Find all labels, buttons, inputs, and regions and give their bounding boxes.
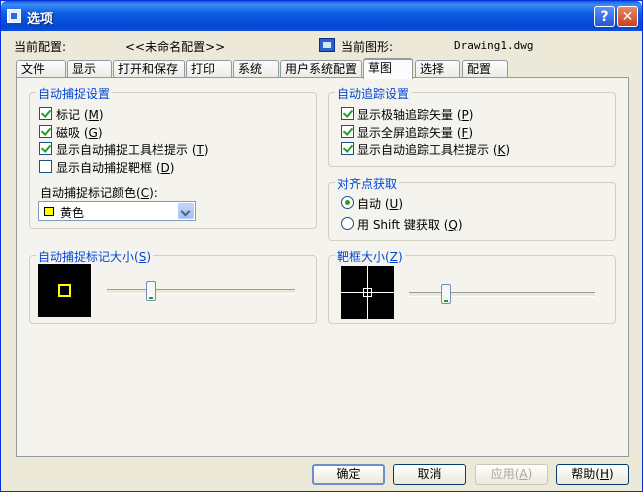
tab-system[interactable]: 系统	[233, 60, 279, 77]
aperture-size-title: 靶框大小	[337, 250, 386, 264]
marker-color-value: 黄色	[60, 206, 85, 220]
marker-checkbox[interactable]	[39, 107, 52, 120]
tab-profiles[interactable]: 配置	[462, 60, 508, 77]
auto-acquire-hotkey: U	[389, 197, 399, 211]
help-hotkey: H	[599, 467, 610, 481]
drawing-icon	[319, 38, 335, 52]
aperture-box-hotkey: D	[160, 161, 170, 175]
autosnap-title: 自动捕捉设置	[36, 85, 113, 102]
app-icon	[7, 9, 21, 23]
tab-open-save[interactable]: 打开和保存	[113, 60, 185, 77]
ok-button[interactable]: 确定	[312, 464, 385, 485]
aperture-size-slider[interactable]	[440, 284, 451, 304]
magnet-label: 磁吸	[56, 126, 81, 140]
tab-display[interactable]: 显示	[67, 60, 112, 77]
tab-selection[interactable]: 选择	[415, 60, 460, 77]
current-drawing-label: 当前图形:	[341, 40, 394, 54]
auto-acquire-radio[interactable]	[341, 196, 354, 209]
close-icon[interactable]: ✕	[617, 6, 638, 27]
marker-color-label: 自动捕捉标记颜色	[40, 186, 137, 200]
aperture-box-icon	[363, 288, 372, 297]
marker-color-select[interactable]: 黄色	[38, 201, 196, 221]
cancel-button[interactable]: 取消	[393, 464, 466, 485]
tab-drafting[interactable]: 草图	[363, 58, 413, 79]
shift-acquire-label: 用 Shift 键获取	[357, 218, 440, 232]
magnet-hotkey: G	[88, 126, 98, 140]
track-tooltip-label: 显示自动追踪工具栏提示	[357, 143, 490, 157]
polar-vector-hotkey: P	[461, 108, 469, 122]
fullscreen-vector-checkbox[interactable]	[341, 125, 354, 138]
aperture-box-checkbox[interactable]	[39, 160, 52, 173]
marker-size-title: 自动捕捉标记大小	[38, 250, 135, 264]
marker-size-hotkey: S	[138, 250, 147, 264]
aperture-size-track[interactable]	[409, 292, 595, 297]
tab-files[interactable]: 文件	[16, 60, 66, 77]
polar-vector-checkbox[interactable]	[341, 107, 354, 120]
marker-size-slider[interactable]	[146, 281, 157, 301]
window-title: 选项	[27, 12, 54, 27]
aperture-box-label: 显示自动捕捉靶框	[56, 161, 153, 175]
tab-user-preferences[interactable]: 用户系统配置	[280, 60, 362, 77]
marker-square-icon	[58, 284, 71, 297]
alignment-title: 对齐点获取	[335, 175, 400, 192]
marker-label: 标记	[56, 108, 81, 122]
marker-color-hotkey: C	[140, 186, 150, 200]
current-profile-label: 当前配置:	[14, 40, 67, 54]
marker-preview	[38, 264, 91, 317]
current-drawing-value: Drawing1.dwg	[454, 39, 534, 52]
help-label: 帮助	[571, 467, 596, 481]
tab-plot[interactable]: 打印	[186, 60, 232, 77]
aperture-preview	[341, 266, 394, 319]
magnet-checkbox[interactable]	[39, 125, 52, 138]
snap-tooltip-label: 显示自动捕捉工具栏提示	[56, 143, 189, 157]
apply-label: 应用	[490, 467, 515, 481]
marker-hotkey: M	[88, 108, 99, 122]
shift-acquire-radio[interactable]	[341, 217, 354, 230]
title-bar[interactable]: 选项 ? ✕	[1, 1, 642, 31]
track-tooltip-checkbox[interactable]	[341, 142, 354, 155]
marker-size-track[interactable]	[107, 289, 295, 294]
color-swatch	[44, 207, 54, 216]
auto-acquire-label: 自动	[357, 197, 382, 211]
snap-tooltip-checkbox[interactable]	[39, 142, 52, 155]
apply-button[interactable]: 应用(A)	[475, 464, 548, 485]
polar-vector-label: 显示极轴追踪矢量	[357, 108, 454, 122]
shift-acquire-hotkey: Q	[448, 218, 458, 232]
tab-strip: 文件 显示 打开和保存 打印 系统 用户系统配置 草图 选择 配置	[1, 58, 643, 79]
options-dialog: 选项 ? ✕ 当前配置: <<未命名配置>> 当前图形: Drawing1.dw…	[0, 0, 643, 492]
track-tooltip-hotkey: K	[497, 143, 506, 157]
aperture-size-hotkey: Z	[389, 250, 398, 264]
help-button[interactable]: 帮助(H)	[556, 464, 629, 485]
fullscreen-vector-hotkey: F	[461, 126, 469, 140]
help-icon[interactable]: ?	[594, 6, 615, 27]
current-profile-value: <<未命名配置>>	[125, 40, 226, 54]
apply-hotkey: A	[519, 467, 528, 481]
fullscreen-vector-label: 显示全屏追踪矢量	[357, 126, 454, 140]
autotrack-title: 自动追踪设置	[335, 85, 412, 102]
snap-tooltip-hotkey: T	[196, 143, 204, 157]
chevron-down-icon[interactable]	[178, 203, 194, 219]
